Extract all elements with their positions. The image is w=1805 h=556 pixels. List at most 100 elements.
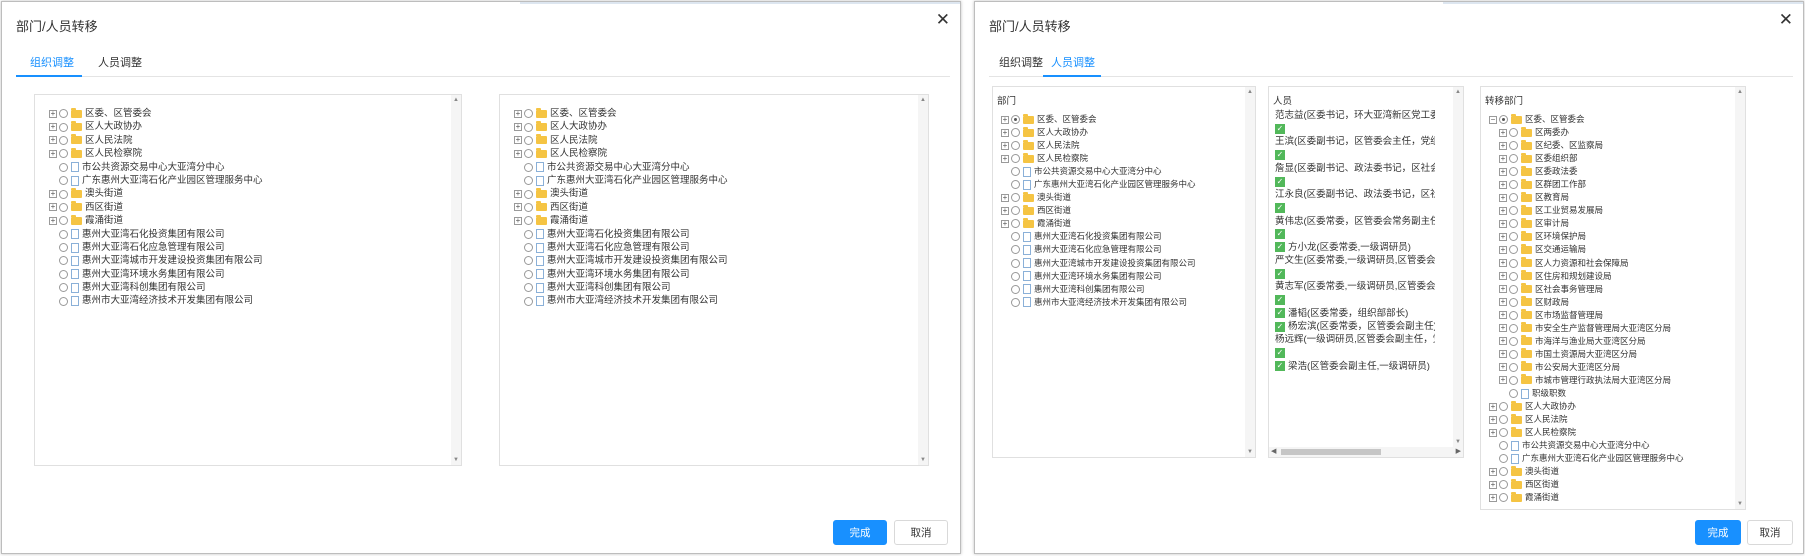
expand-icon[interactable]: + <box>49 190 57 199</box>
node-radio[interactable] <box>1509 219 1518 229</box>
checkbox-checked-icon[interactable]: ✓ <box>1275 268 1285 279</box>
tree-node-label[interactable]: 市城市管理行政执法局大亚湾区分局 <box>1535 374 1671 387</box>
tree-node-label[interactable]: 区委、区管委会 <box>550 107 617 120</box>
expand-icon[interactable]: + <box>49 149 57 158</box>
expand-icon[interactable]: + <box>1489 493 1497 502</box>
tree-node-label[interactable]: 市安全生产监督管理局大亚湾区分局 <box>1535 322 1671 335</box>
tree-node-label[interactable]: 区委、区管委会 <box>1037 113 1097 126</box>
person-row[interactable]: 黄伟忠(区委常委，区管委会常务副主任，区管委会党组副书记) <box>1275 215 1435 228</box>
tree-node[interactable]: + 霞涌街道 <box>1001 217 1196 230</box>
tree-node[interactable]: + 区委组织部 <box>1489 152 1684 165</box>
checkbox-checked-icon[interactable]: ✓ <box>1275 150 1285 161</box>
expand-icon[interactable]: + <box>1489 480 1497 489</box>
tab-org-adjust[interactable]: 组织调整 <box>30 54 74 70</box>
node-radio[interactable] <box>1509 232 1518 242</box>
tree-node-label[interactable]: 澳头街道 <box>550 187 588 200</box>
horizontal-scrollbar[interactable]: ◀ ▶ <box>1269 447 1463 457</box>
tree-node[interactable]: + 区人民法院 <box>1001 139 1196 152</box>
scroll-down-icon[interactable]: ▼ <box>1245 449 1255 455</box>
tree-node-label[interactable]: 区人民法院 <box>85 134 133 147</box>
tree-node-label[interactable]: 区人民检察院 <box>85 147 142 160</box>
tree-node-label[interactable]: 霞涌街道 <box>1037 217 1071 230</box>
person-row[interactable]: ✓ 潘韬(区委常委，组织部部长) <box>1275 307 1435 320</box>
person-row[interactable]: 黄志军(区委常委,一级调研员,区管委会党组成员) <box>1275 280 1435 293</box>
tree-node[interactable]: + 区两委办 <box>1489 126 1684 139</box>
tree-node-label[interactable]: 区群团工作部 <box>1535 178 1586 191</box>
node-radio[interactable] <box>1509 141 1518 151</box>
tree-node[interactable]: + 区人民法院 <box>1489 413 1684 426</box>
tree-node[interactable]: + 区纪委、区监察局 <box>1489 139 1684 152</box>
tree-node-label[interactable]: 惠州大亚湾环境水务集团有限公司 <box>82 268 225 281</box>
tree-node[interactable]: + 市公安局大亚湾区分局 <box>1489 361 1684 374</box>
tree-node[interactable]: 惠州大亚湾石化应急管理有限公司 <box>49 241 263 254</box>
node-radio[interactable] <box>59 135 68 145</box>
scroll-down-icon[interactable]: ▼ <box>918 457 928 463</box>
checkbox-checked-icon[interactable]: ✓ <box>1275 202 1285 213</box>
node-radio[interactable] <box>1011 297 1020 307</box>
scroll-down-icon[interactable]: ▼ <box>1735 501 1745 507</box>
node-radio[interactable] <box>1509 167 1518 177</box>
tree-node-label[interactable]: 霞涌街道 <box>550 214 588 227</box>
vertical-scrollbar[interactable]: ▲ ▼ <box>1735 87 1745 509</box>
node-radio[interactable] <box>1509 310 1518 320</box>
tree-node-label[interactable]: 区委、区管委会 <box>85 107 152 120</box>
tree-node[interactable]: + 区人大政协办 <box>49 120 263 133</box>
expand-icon[interactable]: + <box>1499 141 1507 150</box>
tree-node[interactable]: + 区委、区管委会 <box>49 107 263 120</box>
node-radio[interactable] <box>59 149 68 159</box>
tree-node-label[interactable]: 市公共资源交易中心大亚湾分中心 <box>1522 439 1650 452</box>
expand-icon[interactable]: + <box>514 109 522 118</box>
tree-node[interactable]: + 区市场监督管理局 <box>1489 309 1684 322</box>
tree-node[interactable]: + 澳头街道 <box>514 187 728 200</box>
tree-node[interactable]: + 区委、区管委会 <box>1001 113 1196 126</box>
expand-icon[interactable]: + <box>49 216 57 225</box>
expand-icon[interactable]: + <box>514 190 522 199</box>
tree-node[interactable]: + 区人民法院 <box>49 134 263 147</box>
expand-icon[interactable]: + <box>1001 141 1009 150</box>
node-radio[interactable] <box>1011 284 1020 294</box>
tree-node-label[interactable]: 区住房和规划建设局 <box>1535 270 1612 283</box>
tree-node[interactable]: + 区审计局 <box>1489 217 1684 230</box>
node-radio[interactable] <box>1509 389 1518 398</box>
node-radio[interactable] <box>1011 141 1020 151</box>
checkbox-checked-icon[interactable]: ✓ <box>1275 347 1285 358</box>
tree-node-label[interactable]: 广东惠州大亚湾石化产业园区管理服务中心 <box>1034 178 1196 191</box>
person-row[interactable]: 严文生(区委常委,一级调研员,区管委会党组成员) <box>1275 254 1435 267</box>
node-radio[interactable] <box>1509 154 1518 164</box>
expand-icon[interactable]: + <box>1499 350 1507 359</box>
tree-node[interactable]: 职级职数 <box>1489 387 1684 400</box>
tree-node-label[interactable]: 区财政局 <box>1535 296 1569 309</box>
expand-icon[interactable]: + <box>1499 232 1507 241</box>
tree-node-label[interactable]: 惠州大亚湾石化应急管理有限公司 <box>547 241 690 254</box>
tree-node-label[interactable]: 区人民法院 <box>1525 413 1568 426</box>
tree-node[interactable]: 惠州大亚湾科创集团有限公司 <box>1001 283 1196 296</box>
tree-node-label[interactable]: 市公安局大亚湾区分局 <box>1535 361 1620 374</box>
tree-node[interactable]: 惠州大亚湾石化投资集团有限公司 <box>514 228 728 241</box>
tree-node-label[interactable]: 惠州大亚湾城市开发建设投资集团有限公司 <box>1034 257 1196 270</box>
person-check-row[interactable]: ✓ <box>1275 122 1435 135</box>
checkbox-checked-icon[interactable]: ✓ <box>1275 123 1285 134</box>
expand-icon[interactable]: + <box>1489 428 1497 437</box>
node-radio[interactable] <box>1499 441 1508 451</box>
tree-node[interactable]: + 区社会事务管理局 <box>1489 283 1684 296</box>
tree-node-label[interactable]: 区人民法院 <box>550 134 598 147</box>
tree-node-label[interactable]: 职级职数 <box>1532 387 1566 400</box>
tree-node-label[interactable]: 广东惠州大亚湾石化产业园区管理服务中心 <box>1522 452 1684 465</box>
tree-node-label[interactable]: 惠州大亚湾石化应急管理有限公司 <box>1034 243 1162 256</box>
expand-icon[interactable]: + <box>1499 167 1507 176</box>
expand-icon[interactable]: + <box>1499 180 1507 189</box>
scroll-up-icon[interactable]: ▲ <box>918 97 928 103</box>
tree-node-label[interactable]: 市国土资源局大亚湾区分局 <box>1535 348 1637 361</box>
tree-node-label[interactable]: 惠州市大亚湾经济技术开发集团有限公司 <box>1034 296 1187 309</box>
checkbox-checked-icon[interactable]: ✓ <box>1275 176 1285 187</box>
tree-node[interactable]: + 霞涌街道 <box>514 214 728 227</box>
node-radio[interactable] <box>1509 128 1518 138</box>
tree-node[interactable]: 惠州市大亚湾经济技术开发集团有限公司 <box>1001 296 1196 309</box>
node-radio[interactable] <box>524 189 533 199</box>
tree-node-label[interactable]: 区委组织部 <box>1535 152 1578 165</box>
tree-node[interactable]: 广东惠州大亚湾石化产业园区管理服务中心 <box>1489 452 1684 465</box>
node-radio[interactable] <box>524 256 533 266</box>
expand-icon[interactable]: + <box>1499 363 1507 372</box>
tree-node[interactable]: + 区人力资源和社会保障局 <box>1489 257 1684 270</box>
node-radio[interactable] <box>524 109 533 119</box>
